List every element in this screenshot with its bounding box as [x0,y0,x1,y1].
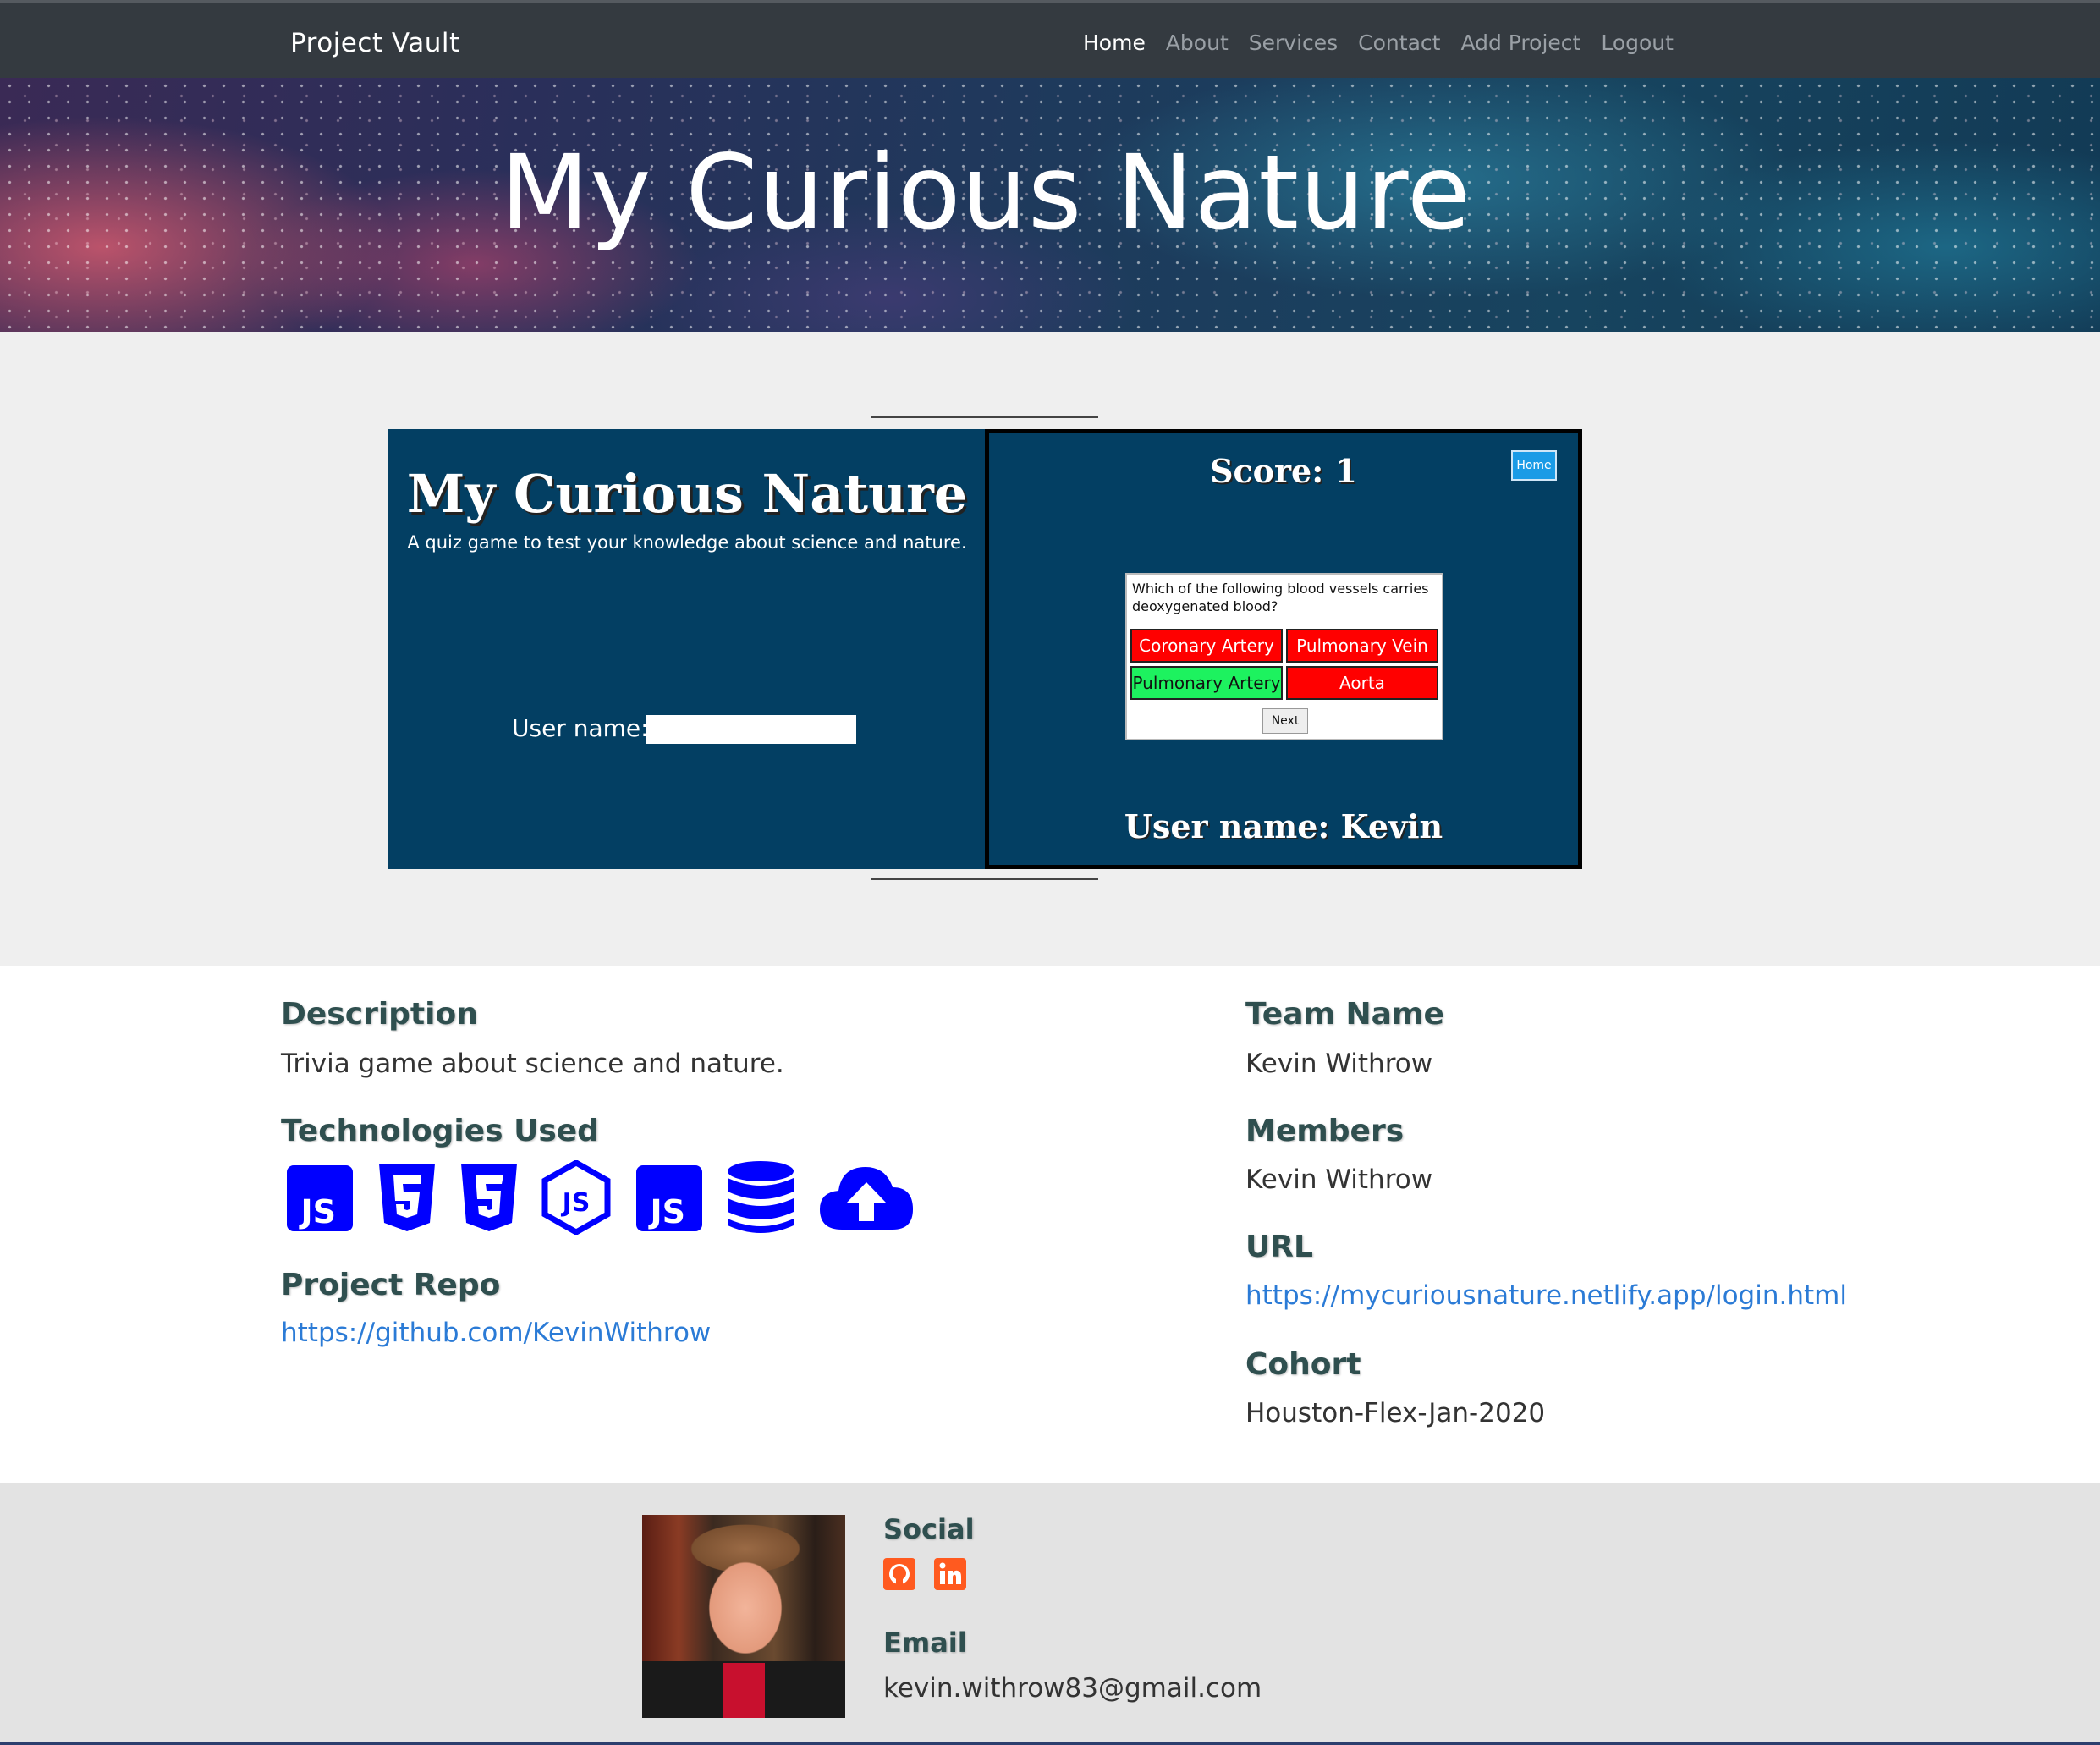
cloud-upload-icon [820,1167,913,1230]
screenshot-quiz: Score: 1 Home Which of the following blo… [985,429,1582,869]
question-text: Which of the following blood vessels car… [1132,581,1429,614]
svg-text:JS: JS [561,1188,591,1218]
cohort-heading: Cohort [1245,1347,1361,1382]
hero-banner: My Curious Nature [0,78,2100,332]
description-heading: Description [281,997,478,1032]
nav-logout[interactable]: Logout [1601,30,1674,55]
answer-pulmonary-artery: Pulmonary Artery [1130,666,1283,700]
members-heading: Members [1245,1114,1405,1148]
email-heading: Email [883,1627,967,1659]
answer-coronary-artery: Coronary Artery [1130,629,1283,663]
quiz-subtitle: A quiz game to test your knowledge about… [407,532,967,553]
project-url-link[interactable]: https://mycuriousnature.netlify.app/logi… [1245,1280,1847,1311]
team-text: Kevin Withrow [1245,1049,1433,1079]
social-heading: Social [883,1513,975,1545]
team-heading: Team Name [1245,997,1444,1032]
description-text: Trivia game about science and nature. [281,1049,784,1079]
nav-links: Home About Services Contact Add Project … [1083,30,1694,55]
linkedin-icon[interactable] [934,1558,966,1590]
username-input [646,715,856,744]
hero-title: My Curious Nature [500,133,1471,253]
answer-aorta: Aorta [1286,666,1438,700]
screenshot-login: My Curious Nature A quiz game to test yo… [388,429,986,869]
home-button: Home [1511,450,1557,481]
nav-contact[interactable]: Contact [1358,30,1440,55]
nodejs-icon: JS [541,1160,611,1235]
svg-text:JS: JS [298,1193,336,1230]
nav-home[interactable]: Home [1083,30,1146,55]
js-icon: JS [636,1165,702,1231]
technologies-heading: Technologies Used [281,1114,599,1148]
nav-services[interactable]: Services [1249,30,1338,55]
svg-text:JS: JS [647,1193,685,1230]
email-text[interactable]: kevin.withrow83@gmail.com [883,1673,1262,1704]
score-label: Score: 1 [1210,452,1357,490]
html5-icon [379,1164,435,1231]
database-icon [728,1161,794,1233]
cohort-text: Houston-Flex-Jan-2020 [1245,1398,1546,1428]
quiz-username: User name: Kevin [1124,807,1443,845]
footer [0,1483,2100,1745]
repo-link[interactable]: https://github.com/KevinWithrow [281,1318,711,1348]
repo-heading: Project Repo [281,1268,501,1302]
footer-bottom-bar [0,1742,2100,1745]
js-icon: JS [287,1165,353,1231]
css3-icon [461,1164,517,1231]
navbar: Project Vault Home About Services Contac… [0,0,2100,78]
github-icon[interactable] [883,1558,915,1590]
brand-logo[interactable]: Project Vault [290,28,460,58]
members-text: Kevin Withrow [1245,1164,1433,1195]
question-card: Which of the following blood vessels car… [1125,573,1443,740]
nav-add-project[interactable]: Add Project [1460,30,1580,55]
divider-bottom [871,878,1098,880]
answer-pulmonary-vein: Pulmonary Vein [1286,629,1438,663]
nav-about[interactable]: About [1166,30,1229,55]
divider-top [871,416,1098,418]
quiz-title: My Curious Nature [406,463,968,525]
next-button: Next [1262,708,1308,734]
url-heading: URL [1245,1230,1313,1264]
username-label: User name: [512,714,649,742]
avatar [642,1515,845,1718]
